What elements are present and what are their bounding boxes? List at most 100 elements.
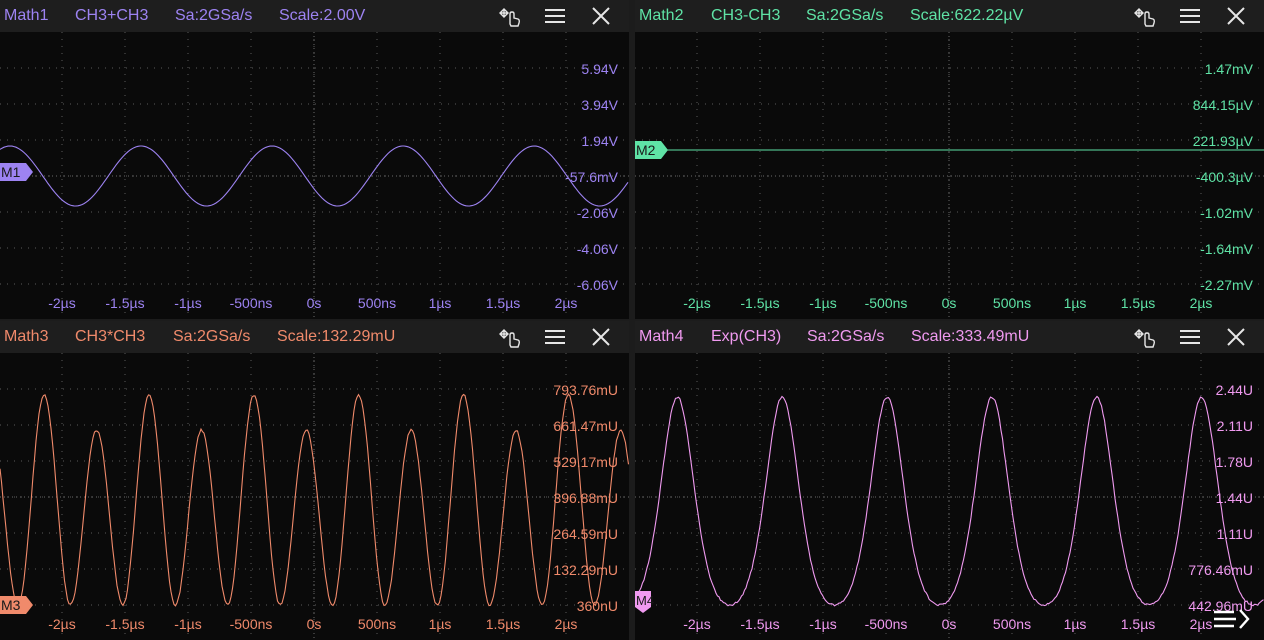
y-axis-label: 2.44U <box>1216 382 1253 398</box>
x-axis-label: -1µs <box>174 295 202 311</box>
hamburger-menu-icon[interactable] <box>540 321 570 353</box>
graticule <box>0 353 629 640</box>
x-axis-label: -1µs <box>174 616 202 632</box>
math3-sample-rate: Sa:2GSa/s <box>173 321 250 353</box>
math2-waveform-display[interactable]: 1.47mV 844.15µV 221.93µV -400.3µV -1.02mV -1.… <box>635 32 1264 319</box>
close-icon[interactable] <box>1221 321 1251 353</box>
math2-header[interactable]: Math2 CH3-CH3 Sa:2GSa/s Scale:622.22µV <box>635 0 1264 32</box>
graticule <box>635 32 1264 319</box>
math1-scale[interactable]: Scale:2.00V <box>279 0 365 32</box>
y-axis-label: -400.3µV <box>1196 169 1254 185</box>
y-axis-label: 844.15µV <box>1193 97 1254 113</box>
center-axes <box>0 32 629 319</box>
y-axis-label: 529.17mU <box>553 454 618 470</box>
x-axis-label: -2µs <box>48 616 76 632</box>
math2-name: Math2 <box>639 0 683 32</box>
close-icon[interactable] <box>1221 0 1251 32</box>
x-axis-label: 0s <box>307 616 322 632</box>
center-axes <box>0 353 629 640</box>
bottom-menu-icon[interactable] <box>1212 604 1252 634</box>
channel-marker-m4: M4 <box>635 591 654 613</box>
x-axis-label: -2µs <box>48 295 76 311</box>
y-axis-label: -6.06V <box>577 277 619 293</box>
x-axis-label: -2µs <box>683 616 711 632</box>
y-axis-label: 221.93µV <box>1193 133 1254 149</box>
channel-marker-m1: M1 <box>0 163 33 181</box>
channel-marker-m2: M2 <box>635 141 668 159</box>
y-axis-label: 2.11U <box>1217 418 1253 434</box>
y-axis-label: 1.44U <box>1216 490 1253 506</box>
y-axis-label: 1.94V <box>581 133 618 149</box>
x-axis-label: 1.5µs <box>1121 616 1156 632</box>
y-axis-label: 1.11U <box>1217 526 1253 542</box>
y-axis-label: 396.88mU <box>553 490 618 506</box>
close-icon[interactable] <box>586 321 616 353</box>
math1-header[interactable]: Math1 CH3+CH3 Sa:2GSa/s Scale:2.00V <box>0 0 629 32</box>
x-axis-label: 1.5µs <box>1121 295 1156 311</box>
svg-text:M2: M2 <box>636 142 656 158</box>
x-axis-label: 1µs <box>1064 295 1087 311</box>
touch-move-icon[interactable] <box>1129 321 1159 353</box>
math3-waveform-display[interactable]: 793.76mU 661.47mU 529.17mU 396.88mU 264.59mU… <box>0 353 629 640</box>
y-axis-label: -4.06V <box>577 241 619 257</box>
math2-expression: CH3-CH3 <box>711 0 780 32</box>
y-axis-label: 360nU <box>577 598 618 614</box>
graticule <box>635 353 1264 640</box>
channel-marker-m3: M3 <box>0 596 33 614</box>
x-axis-label: 500ns <box>358 616 396 632</box>
hamburger-menu-icon[interactable] <box>1175 0 1205 32</box>
x-axis-label: 0s <box>942 295 957 311</box>
center-axes <box>635 32 1264 319</box>
x-axis-label: -1.5µs <box>105 616 144 632</box>
math4-expression: Exp(CH3) <box>711 321 781 353</box>
x-axis-label: 1µs <box>429 616 452 632</box>
math4-waveform-display[interactable]: 2.44U2.11U1.78U1.44U1.11U776.46mU442.96m… <box>635 353 1264 640</box>
math2-scale[interactable]: Scale:622.22µV <box>910 0 1023 32</box>
math4-sample-rate: Sa:2GSa/s <box>807 321 884 353</box>
y-axis-label: 793.76mU <box>553 382 618 398</box>
svg-text:M4: M4 <box>636 593 654 608</box>
hamburger-menu-icon[interactable] <box>540 0 570 32</box>
y-axis-label: 3.94V <box>581 97 618 113</box>
math3-name: Math3 <box>4 321 48 353</box>
math3-expression: CH3*CH3 <box>75 321 145 353</box>
touch-move-icon[interactable] <box>494 321 524 353</box>
math1-waveform-display[interactable]: 5.94V 3.94V 1.94V -57.6mV -2.06V -4.06V -6.06V… <box>0 32 629 319</box>
x-axis-label: -1µs <box>809 616 837 632</box>
hamburger-menu-icon[interactable] <box>1175 321 1205 353</box>
x-axis-label: -1.5µs <box>105 295 144 311</box>
y-axis-label: -2.27mV <box>1200 277 1254 293</box>
math1-name: Math1 <box>4 0 48 32</box>
x-axis-label: 500ns <box>993 295 1031 311</box>
y-axis-label: -1.64mV <box>1200 241 1254 257</box>
math4-header[interactable]: Math4 Exp(CH3) Sa:2GSa/s Scale:333.49mU <box>635 321 1264 353</box>
graticule <box>0 32 629 319</box>
x-axis-label: 1µs <box>429 295 452 311</box>
math1-sample-rate: Sa:2GSa/s <box>175 0 252 32</box>
y-axis-label: 264.59mU <box>553 526 618 542</box>
x-axis-label: 1µs <box>1064 616 1087 632</box>
math3-scale[interactable]: Scale:132.29mU <box>277 321 395 353</box>
x-axis-label: 500ns <box>993 616 1031 632</box>
touch-move-icon[interactable] <box>1129 0 1159 32</box>
y-axis-label: -57.6mV <box>565 169 619 185</box>
svg-text:M1: M1 <box>1 164 21 180</box>
touch-move-icon[interactable] <box>494 0 524 32</box>
y-axis-label: 1.78U <box>1216 454 1253 470</box>
math4-scale[interactable]: Scale:333.49mU <box>911 321 1029 353</box>
x-axis-label: 2µs <box>1190 295 1213 311</box>
x-axis-label: 0s <box>942 616 957 632</box>
close-icon[interactable] <box>586 0 616 32</box>
math2-sample-rate: Sa:2GSa/s <box>806 0 883 32</box>
svg-text:M3: M3 <box>1 597 21 613</box>
math3-header[interactable]: Math3 CH3*CH3 Sa:2GSa/s Scale:132.29mU <box>0 321 629 353</box>
x-axis-label: -1µs <box>809 295 837 311</box>
x-axis-label: -500ns <box>230 616 273 632</box>
y-axis-label: 5.94V <box>581 61 618 77</box>
math4-name: Math4 <box>639 321 683 353</box>
x-axis-label: -1.5µs <box>740 295 779 311</box>
math1-panel: Math1 CH3+CH3 Sa:2GSa/s Scale:2.00V 5.94… <box>0 0 629 319</box>
math4-panel: Math4 Exp(CH3) Sa:2GSa/s Scale:333.49mU … <box>635 321 1264 640</box>
y-axis-label: -1.02mV <box>1200 205 1254 221</box>
y-axis-label: 132.29mU <box>553 562 618 578</box>
